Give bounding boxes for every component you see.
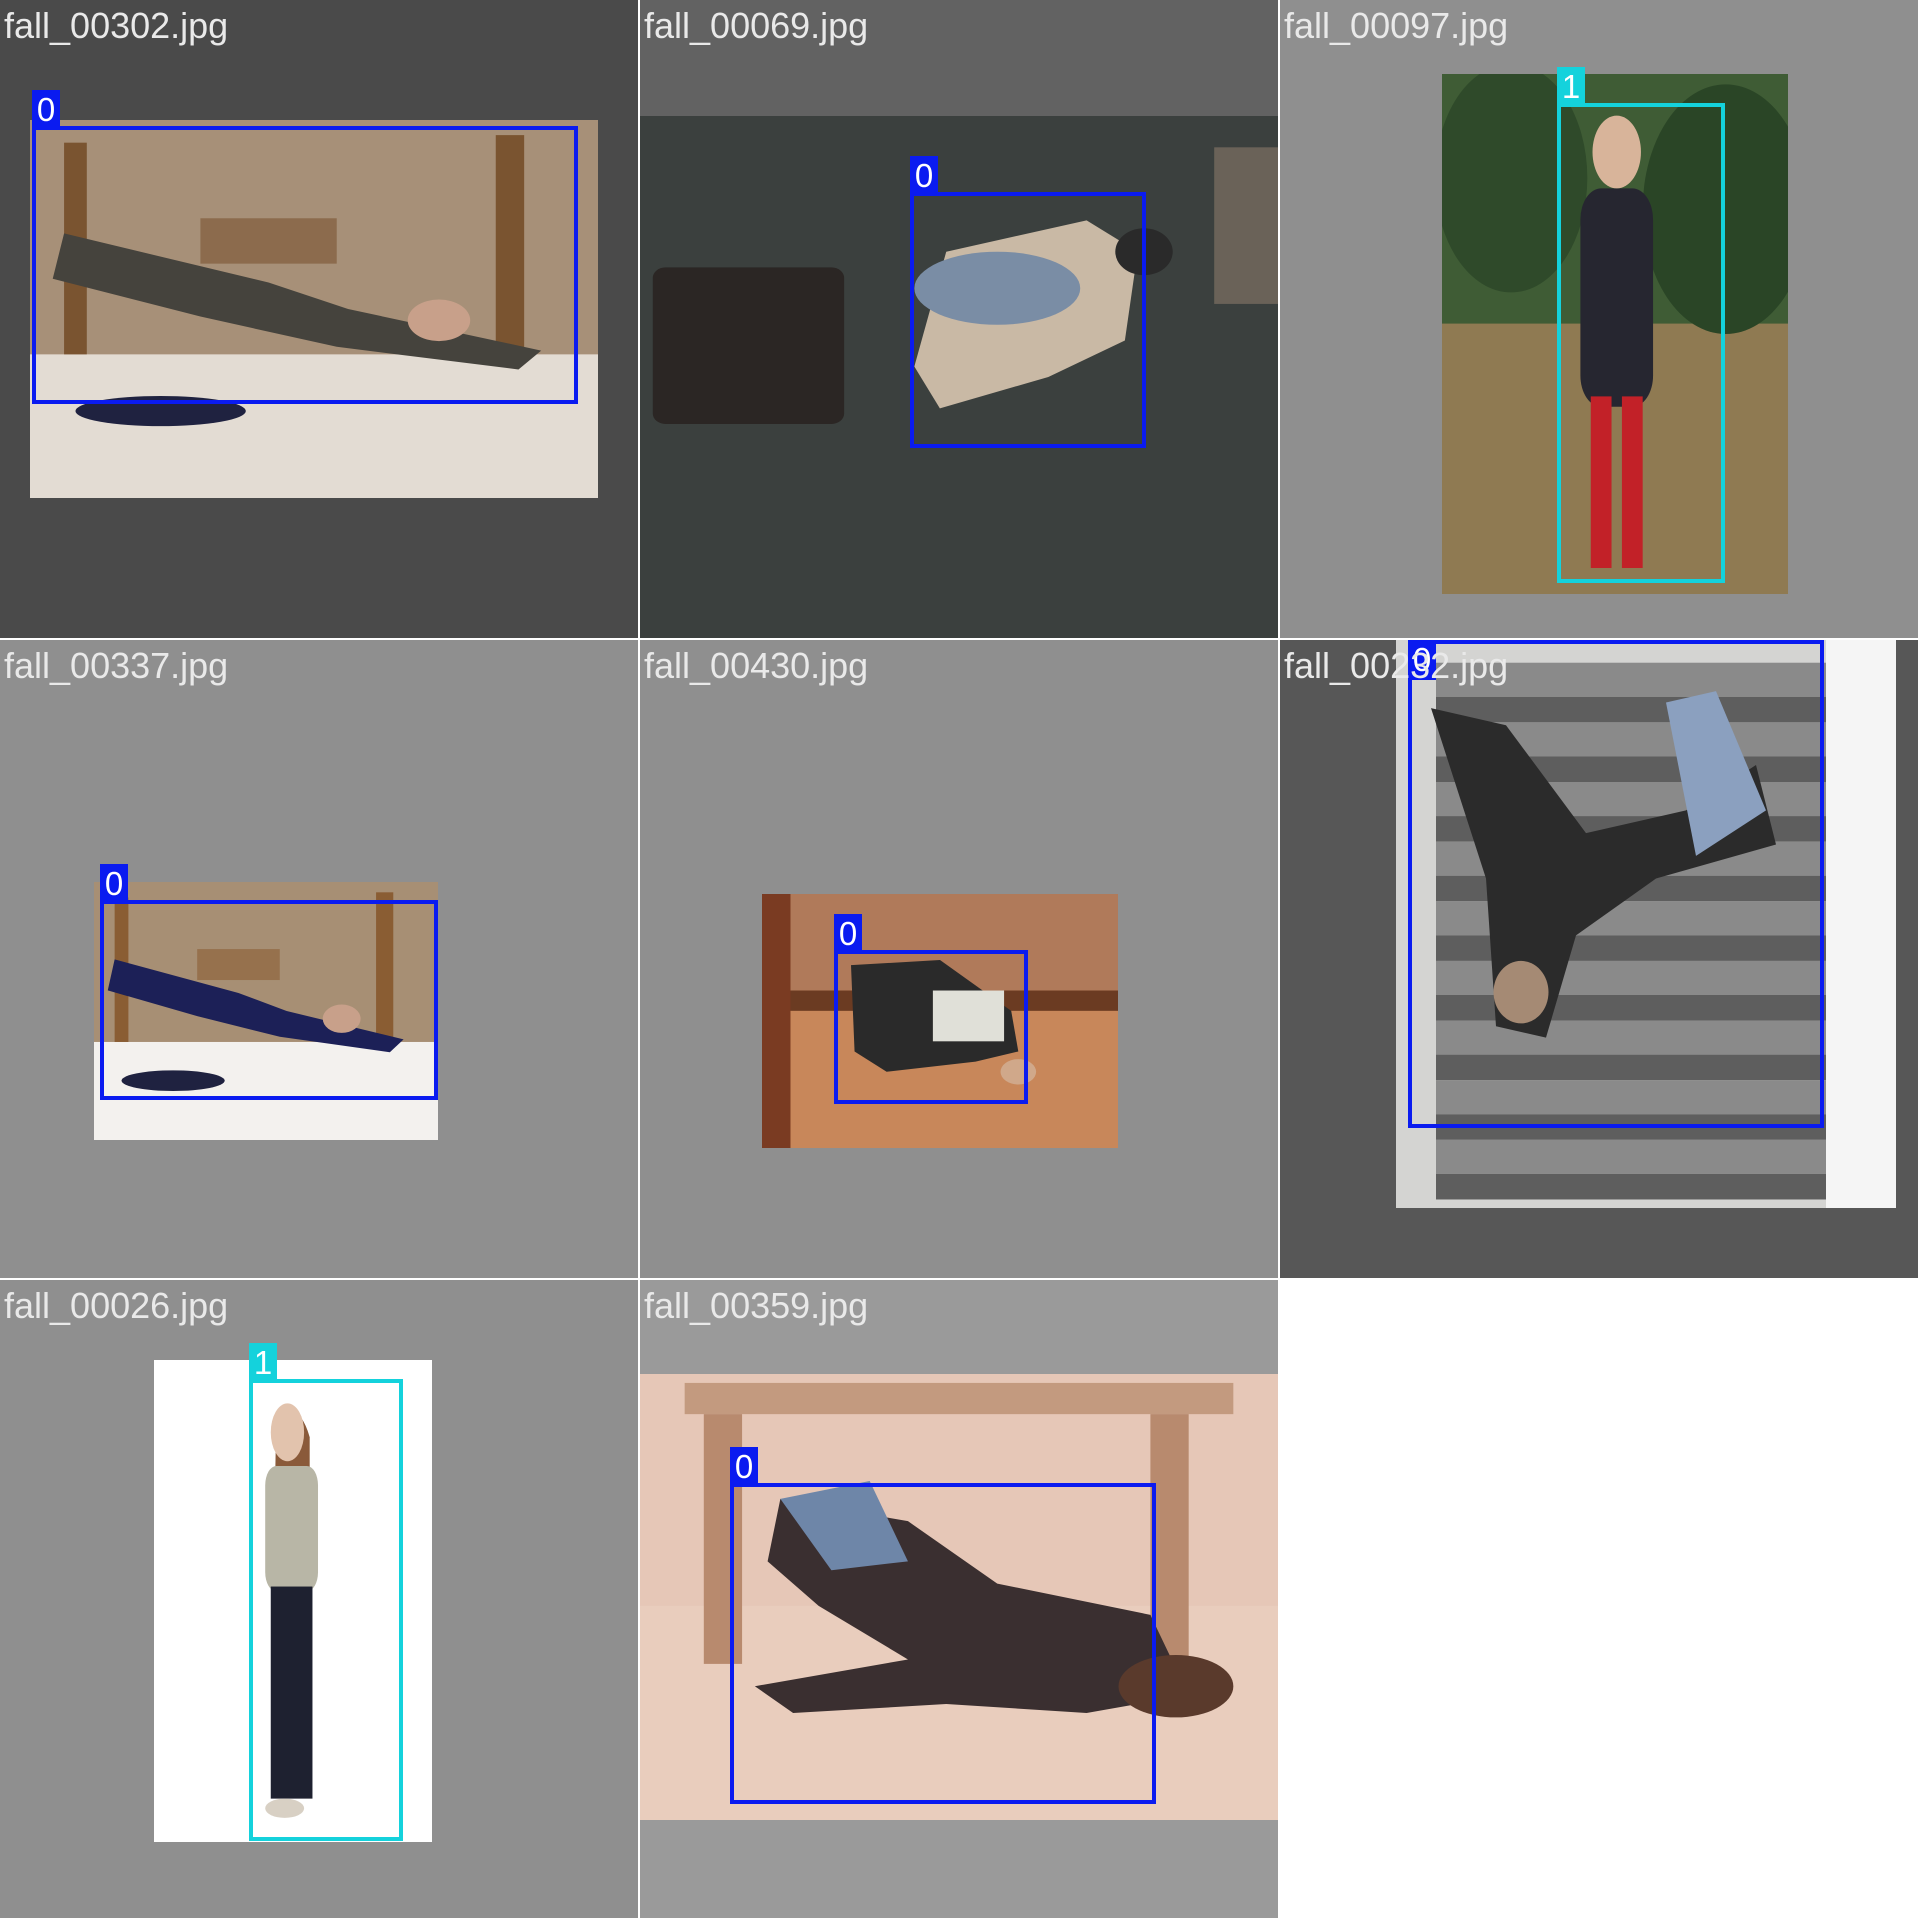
filename-label: fall_00069.jpg [644, 5, 869, 46]
detection-box [100, 900, 438, 1100]
class-label: 1 [249, 1343, 277, 1383]
mosaic-grid: 0 fall_00302.jpg 0 fall_00069.jpg 1 fall_00… [0, 0, 1920, 1920]
filename-label: fall_00026.jpg [4, 1285, 229, 1326]
class-label: 0 [834, 914, 862, 954]
image-tile: 0 fall_00359.jpg [640, 1280, 1278, 1918]
filename-label: fall_00337.jpg [4, 645, 229, 686]
filename-label: fall_00430.jpg [644, 645, 869, 686]
image-tile: 0 fall_00337.jpg [0, 640, 638, 1278]
class-label: 0 [32, 90, 60, 130]
detection-box [910, 192, 1146, 448]
class-label: 0 [910, 156, 938, 196]
filename-label: fall_00359.jpg [644, 1285, 869, 1326]
image-tile: 0 fall_00232.jpg [1280, 640, 1918, 1278]
detection-box [730, 1483, 1156, 1804]
detection-box [1408, 640, 1824, 1128]
filename-label: fall_00097.jpg [1284, 5, 1509, 46]
class-label: 0 [730, 1447, 758, 1487]
filename-label: fall_00302.jpg [4, 5, 229, 46]
detection-box [834, 950, 1028, 1104]
filename-label: fall_00232.jpg [1284, 645, 1509, 686]
detection-box [32, 126, 578, 404]
image-tile: 0 fall_00069.jpg [640, 0, 1278, 638]
image-tile: 1 fall_00026.jpg [0, 1280, 638, 1918]
class-label: 0 [100, 864, 128, 904]
class-label: 1 [1557, 67, 1585, 107]
detection-box [249, 1379, 403, 1841]
detection-box [1557, 103, 1725, 583]
image-tile: 1 fall_00097.jpg [1280, 0, 1918, 638]
image-tile: 0 fall_00302.jpg [0, 0, 638, 638]
image-tile: 0 fall_00430.jpg [640, 640, 1278, 1278]
